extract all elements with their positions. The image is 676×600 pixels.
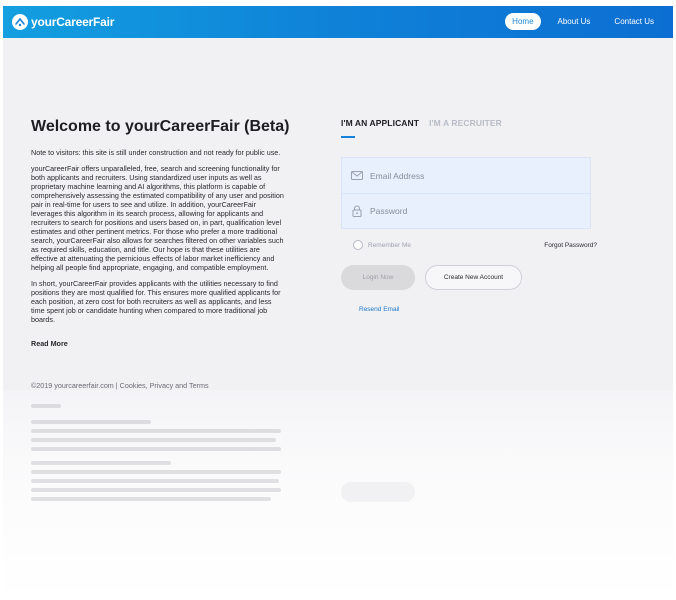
create-account-button[interactable]: Create New Account xyxy=(425,265,522,290)
brand-logo[interactable]: yourCareerFair xyxy=(12,13,114,31)
read-more-link[interactable]: Read More xyxy=(31,339,68,348)
resend-email-link[interactable]: Resend Email xyxy=(359,306,399,313)
page-reflection xyxy=(3,390,673,600)
email-placeholder: Email Address xyxy=(370,170,425,181)
intro-paragraph-1: yourCareerFair offers unparalleled, free… xyxy=(31,164,284,272)
forgot-password-link[interactable]: Forgot Password? xyxy=(544,242,597,249)
remember-me-radio[interactable] xyxy=(353,240,363,250)
email-field[interactable]: Email Address xyxy=(342,158,590,193)
browser-page: yourCareerFair Home About Us Contact Us … xyxy=(3,6,673,600)
footer-copyright[interactable]: ©2019 yourcareerfair.com | Cookies, Priv… xyxy=(31,381,209,390)
login-panel: I'M AN APPLICANT I'M A RECRUITER Email A… xyxy=(341,118,597,316)
tab-recruiter[interactable]: I'M A RECRUITER xyxy=(429,118,502,138)
password-field[interactable]: Password xyxy=(342,193,590,228)
page-title: Welcome to yourCareerFair (Beta) xyxy=(31,118,290,135)
nav-contact-link[interactable]: Contact Us xyxy=(607,13,661,30)
lock-icon xyxy=(350,204,364,218)
login-actions: Login Now Create New Account xyxy=(341,265,593,290)
nav-home-link[interactable]: Home xyxy=(505,13,541,30)
account-type-tabs: I'M AN APPLICANT I'M A RECRUITER xyxy=(341,118,593,138)
intro-section: Welcome to yourCareerFair (Beta) Note to… xyxy=(31,118,290,351)
career-fair-logo-icon xyxy=(12,14,28,30)
nav-links: Home About Us Contact Us xyxy=(505,13,661,30)
construction-notice: Note to visitors: this site is still und… xyxy=(31,148,281,157)
login-form: Email Address Password xyxy=(341,157,591,229)
envelope-icon xyxy=(350,169,364,183)
tab-applicant[interactable]: I'M AN APPLICANT xyxy=(341,118,419,138)
password-placeholder: Password xyxy=(370,206,408,216)
intro-paragraph-2: In short, yourCareerFair provides applic… xyxy=(31,279,281,324)
main-content: Welcome to yourCareerFair (Beta) Note to… xyxy=(3,38,673,390)
login-options: Remember Me Forgot Password? xyxy=(341,239,597,251)
login-button[interactable]: Login Now xyxy=(341,265,415,290)
nav-about-link[interactable]: About Us xyxy=(551,13,598,30)
reflection-text-lines xyxy=(31,404,287,506)
remember-me-label: Remember Me xyxy=(368,241,411,249)
brand-name: yourCareerFair xyxy=(31,15,115,29)
top-navbar: yourCareerFair Home About Us Contact Us xyxy=(3,6,673,38)
reflection-buttons xyxy=(341,482,415,502)
remember-me-toggle[interactable]: Remember Me xyxy=(353,240,411,250)
